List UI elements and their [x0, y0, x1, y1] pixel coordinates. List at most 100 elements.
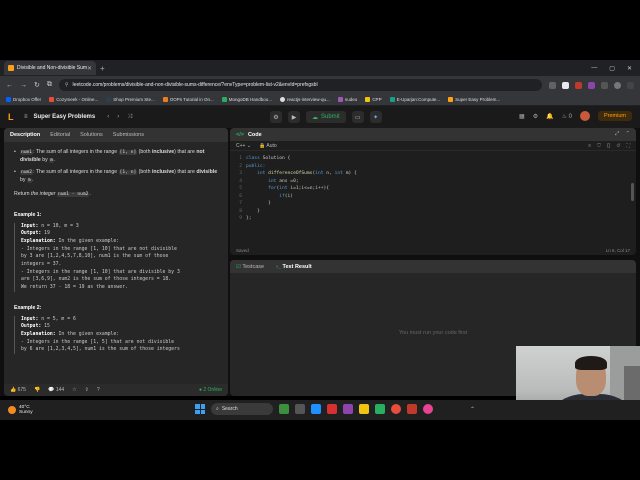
lock-icon: 🔒 [259, 142, 266, 149]
reset-icon[interactable]: ↺ [616, 143, 620, 149]
bookmark-star-icon[interactable] [562, 81, 569, 89]
extension-icon[interactable] [588, 81, 595, 89]
tab-editorial[interactable]: Editorial [50, 132, 70, 138]
list-icon[interactable]: ≡ [24, 114, 28, 120]
example-line: integers = 37. [21, 261, 218, 269]
tab-search-icon[interactable]: ⧉ [47, 81, 52, 89]
bookmark-item[interactable]: Shop Premium Ste... [106, 97, 155, 102]
tab-testcase[interactable]: ☑ Testcase [236, 264, 264, 270]
submit-button[interactable]: ☁ Submit [306, 111, 346, 123]
reload-icon[interactable]: ↻ [34, 81, 40, 89]
notification-icon[interactable]: 🔔 [546, 113, 553, 120]
app-icon[interactable] [343, 404, 353, 414]
maximize-panel-icon[interactable]: ⤢ [615, 131, 619, 138]
bookmark-item[interactable]: E-Uparjan:Compute... [389, 97, 440, 102]
screen: Divisible and Non-divisible Sum ✕ + — ▢ … [0, 0, 640, 480]
bookmark-item[interactable]: OOPs Tutorial in On... [162, 97, 214, 102]
app-icon[interactable] [423, 404, 433, 414]
app-icon[interactable] [279, 404, 289, 414]
browser-tab[interactable]: Divisible and Non-divisible Sum ✕ [4, 61, 96, 75]
prev-problem-icon[interactable]: ‹ [107, 114, 109, 121]
settings-icon[interactable]: ⚙ [533, 113, 538, 120]
bookmark-item[interactable]: Dropbox Offer [6, 97, 41, 102]
editor-scrollbar[interactable] [631, 183, 634, 201]
bookmark-item[interactable]: CPP [365, 97, 382, 102]
notes-icon[interactable]: ▭ [351, 111, 364, 123]
example-line: Input: n = 10, m = 3 [21, 223, 218, 231]
show-hidden-icons[interactable]: ⌃ [470, 406, 475, 413]
run-icon[interactable]: ▶ [288, 111, 300, 123]
example-1-block: Input: n = 10, m = 3 Output: 19 Explanatio… [14, 222, 218, 292]
bookmark-favicon-icon [221, 97, 227, 102]
example-line: Output: 19 [21, 230, 218, 238]
url-field[interactable]: ⚲ leetcode.com/problems/divisible-and-no… [58, 79, 542, 91]
bookmark-item[interactable]: Super Easy Problem... [448, 97, 500, 102]
file-explorer-icon[interactable] [359, 404, 369, 414]
back-icon[interactable]: ← [6, 82, 13, 89]
chrome-icon[interactable] [391, 404, 401, 414]
extension-icon[interactable] [575, 81, 582, 89]
comments-button[interactable]: 💬 144 [48, 387, 64, 393]
task-view-icon[interactable] [295, 404, 305, 414]
dislike-icon[interactable]: 👎 [34, 387, 40, 393]
app-icon[interactable] [407, 404, 417, 414]
close-tab-icon[interactable]: ✕ [87, 65, 92, 72]
language-bar: C++ ⌄ 🔒 Auto ≡ ⛉ {} ↺ ⛶ [230, 141, 636, 151]
minimize-icon[interactable]: — [591, 65, 597, 72]
like-button[interactable]: 👍 675 [10, 387, 26, 393]
code-text: int ans =0; [268, 178, 299, 184]
share-icon[interactable]: ⇪ [85, 387, 89, 393]
return-statement: Return the integer num1 - num2. [14, 191, 91, 198]
leetcode-logo-icon[interactable]: L [8, 112, 18, 122]
profile-icon[interactable] [614, 81, 621, 89]
share-icon[interactable] [549, 81, 556, 89]
tab-description[interactable]: Description [10, 132, 40, 138]
bookmark-icon[interactable]: ⛉ [597, 143, 601, 149]
language-select[interactable]: C++ ⌄ [236, 143, 251, 149]
problem-list-title[interactable]: Super Easy Problems [34, 114, 96, 120]
menu-icon[interactable] [627, 81, 634, 89]
debug-icon[interactable]: ⚙ [270, 111, 282, 123]
fullscreen-icon[interactable]: ⛶ [626, 143, 630, 149]
example-text: - Integers in the range [1, 10] that are… [21, 246, 177, 252]
auto-mode[interactable]: 🔒 Auto [259, 143, 277, 149]
site-info-icon[interactable]: ⚲ [65, 82, 69, 88]
example-text: In the given example: [55, 238, 120, 244]
taskbar-search[interactable]: ⌕ Search [211, 403, 273, 415]
code-line: 7 } [230, 200, 636, 208]
app-icon[interactable] [327, 404, 337, 414]
help-icon[interactable]: ? [97, 387, 100, 393]
bookmark-item[interactable]: nudeo [337, 97, 357, 102]
bookmark-item[interactable]: reactjs-interview-qu... [280, 97, 330, 102]
puzzle-icon[interactable] [601, 81, 608, 89]
weather-widget[interactable]: 40°C Sunny [0, 405, 33, 416]
collapse-panel-icon[interactable]: ⌃ [625, 131, 630, 138]
line-number: 6 [239, 193, 242, 199]
app-icon[interactable] [375, 404, 385, 414]
bookmark-item[interactable]: MongoDB Handboo... [221, 97, 272, 102]
premium-button[interactable]: Premium [597, 111, 632, 121]
streak-counter[interactable]: ♨ 0 [562, 113, 572, 120]
shuffle-icon[interactable]: ⤨ [127, 114, 132, 121]
star-icon[interactable]: ☆ [72, 387, 76, 393]
windows-taskbar: 40°C Sunny ⌕ Search ⌃ [0, 400, 640, 420]
tab-submissions[interactable]: Submissions [113, 132, 144, 138]
app-icon[interactable] [311, 404, 321, 414]
new-tab-icon[interactable]: + [100, 64, 105, 73]
close-window-icon[interactable]: ✕ [627, 65, 632, 72]
maximize-icon[interactable]: ▢ [609, 65, 615, 72]
braces-icon[interactable]: {} [607, 143, 610, 149]
bookmark-item[interactable]: Cozymeek - Online... [49, 97, 98, 102]
tab-solutions[interactable]: Solutions [80, 132, 103, 138]
layout-icon[interactable]: ▦ [519, 113, 525, 120]
code-editor[interactable]: 1 class Solution {2 public: 3 int differenc… [230, 151, 636, 223]
avatar[interactable] [579, 111, 590, 121]
ai-icon[interactable]: ✦ [369, 111, 382, 123]
windows-start-icon[interactable] [195, 404, 205, 414]
format-icon[interactable]: ≡ [588, 143, 591, 149]
tab-test-result[interactable]: ›_ Test Result [276, 264, 312, 270]
forward-icon[interactable]: → [20, 82, 27, 89]
next-problem-icon[interactable]: › [117, 114, 119, 121]
checkbox-icon: ☑ [236, 263, 241, 270]
example-text: by 6 are [1,2,3,4,5], num1 is the sum of… [21, 347, 180, 353]
